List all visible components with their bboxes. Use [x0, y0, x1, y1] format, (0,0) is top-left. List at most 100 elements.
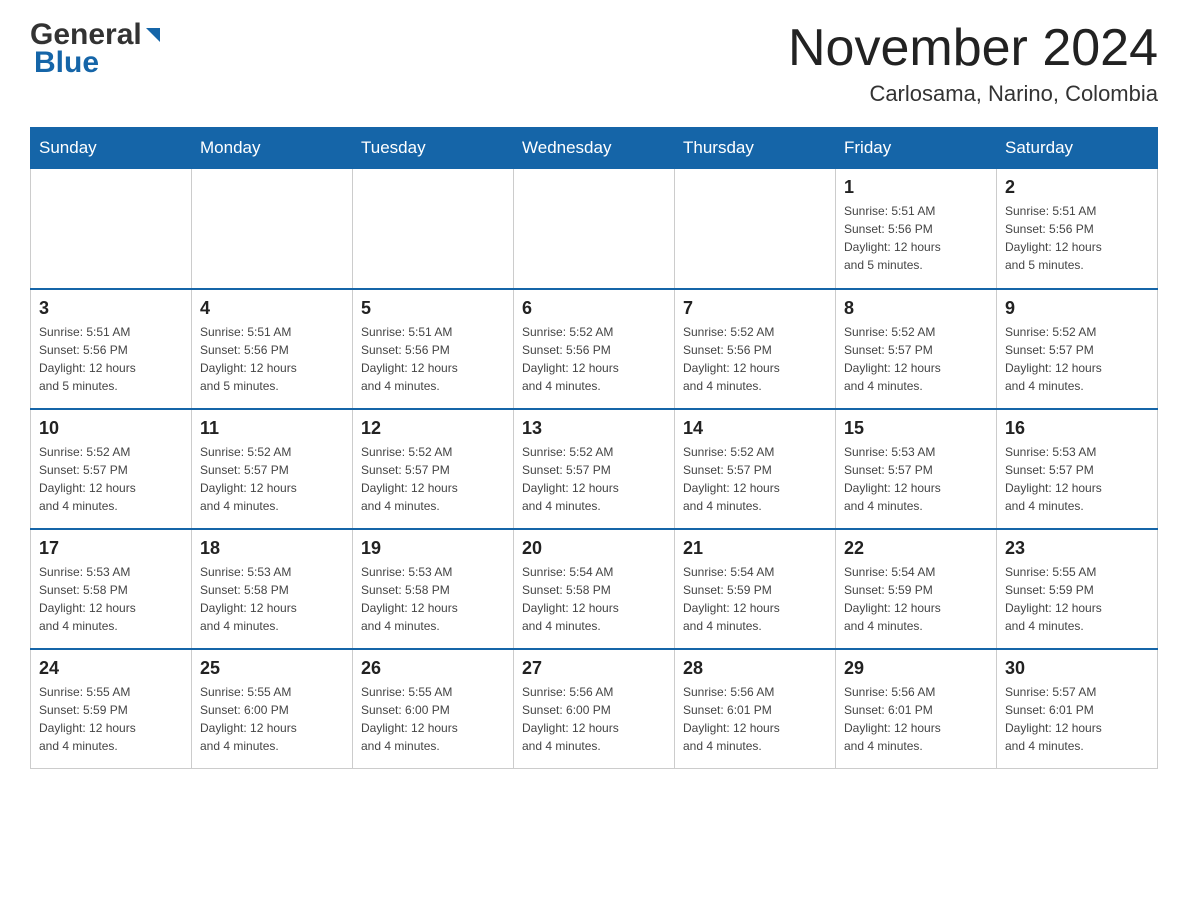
day-info: Sunrise: 5:51 AM Sunset: 5:56 PM Dayligh…	[39, 323, 183, 395]
weekday-header-sunday: Sunday	[31, 128, 192, 169]
day-number: 10	[39, 418, 183, 439]
calendar-cell: 6 Sunrise: 5:52 AM Sunset: 5:56 PM Daylig…	[514, 289, 675, 409]
day-number: 5	[361, 298, 505, 319]
day-number: 24	[39, 658, 183, 679]
day-number: 30	[1005, 658, 1149, 679]
day-info: Sunrise: 5:52 AM Sunset: 5:57 PM Dayligh…	[1005, 323, 1149, 395]
day-number: 22	[844, 538, 988, 559]
calendar-cell: 27Sunrise: 5:56 AM Sunset: 6:00 PM Dayli…	[514, 649, 675, 769]
calendar-table: SundayMondayTuesdayWednesdayThursdayFrid…	[30, 127, 1158, 769]
day-info: Sunrise: 5:55 AM Sunset: 5:59 PM Dayligh…	[1005, 563, 1149, 635]
day-number: 2	[1005, 177, 1149, 198]
calendar-cell: 25Sunrise: 5:55 AM Sunset: 6:00 PM Dayli…	[192, 649, 353, 769]
calendar-cell: 23 Sunrise: 5:55 AM Sunset: 5:59 PM Dayli…	[997, 529, 1158, 649]
calendar-cell: 26 Sunrise: 5:55 AM Sunset: 6:00 PM Dayli…	[353, 649, 514, 769]
weekday-header-tuesday: Tuesday	[353, 128, 514, 169]
calendar-cell: 3Sunrise: 5:51 AM Sunset: 5:56 PM Daylig…	[31, 289, 192, 409]
day-info: Sunrise: 5:54 AM Sunset: 5:59 PM Dayligh…	[683, 563, 827, 635]
calendar-cell: 19 Sunrise: 5:53 AM Sunset: 5:58 PM Dayli…	[353, 529, 514, 649]
day-info: Sunrise: 5:55 AM Sunset: 5:59 PM Dayligh…	[39, 683, 183, 755]
day-info: Sunrise: 5:52 AM Sunset: 5:57 PM Dayligh…	[361, 443, 505, 515]
day-info: Sunrise: 5:51 AM Sunset: 5:56 PM Dayligh…	[1005, 202, 1149, 274]
calendar-week-row: 1 Sunrise: 5:51 AM Sunset: 5:56 PM Daylig…	[31, 169, 1158, 289]
day-number: 16	[1005, 418, 1149, 439]
day-number: 25	[200, 658, 344, 679]
day-info: Sunrise: 5:54 AM Sunset: 5:59 PM Dayligh…	[844, 563, 988, 635]
day-number: 26	[361, 658, 505, 679]
calendar-cell: 17Sunrise: 5:53 AM Sunset: 5:58 PM Dayli…	[31, 529, 192, 649]
day-number: 23	[1005, 538, 1149, 559]
calendar-cell: 28Sunrise: 5:56 AM Sunset: 6:01 PM Dayli…	[675, 649, 836, 769]
calendar-cell: 2 Sunrise: 5:51 AM Sunset: 5:56 PM Daylig…	[997, 169, 1158, 289]
calendar-header-row: SundayMondayTuesdayWednesdayThursdayFrid…	[31, 128, 1158, 169]
weekday-header-wednesday: Wednesday	[514, 128, 675, 169]
calendar-cell: 12 Sunrise: 5:52 AM Sunset: 5:57 PM Dayli…	[353, 409, 514, 529]
day-number: 6	[522, 298, 666, 319]
day-number: 15	[844, 418, 988, 439]
day-number: 19	[361, 538, 505, 559]
day-info: Sunrise: 5:52 AM Sunset: 5:57 PM Dayligh…	[522, 443, 666, 515]
day-info: Sunrise: 5:53 AM Sunset: 5:58 PM Dayligh…	[361, 563, 505, 635]
weekday-header-thursday: Thursday	[675, 128, 836, 169]
day-number: 4	[200, 298, 344, 319]
calendar-cell: 5 Sunrise: 5:51 AM Sunset: 5:56 PM Daylig…	[353, 289, 514, 409]
weekday-header-monday: Monday	[192, 128, 353, 169]
calendar-cell: 14Sunrise: 5:52 AM Sunset: 5:57 PM Dayli…	[675, 409, 836, 529]
day-number: 20	[522, 538, 666, 559]
calendar-cell	[31, 169, 192, 289]
day-number: 13	[522, 418, 666, 439]
day-number: 7	[683, 298, 827, 319]
calendar-cell: 24 Sunrise: 5:55 AM Sunset: 5:59 PM Dayli…	[31, 649, 192, 769]
day-info: Sunrise: 5:53 AM Sunset: 5:57 PM Dayligh…	[844, 443, 988, 515]
calendar-cell: 18 Sunrise: 5:53 AM Sunset: 5:58 PM Dayli…	[192, 529, 353, 649]
calendar-title: November 2024	[788, 20, 1158, 77]
day-info: Sunrise: 5:57 AM Sunset: 6:01 PM Dayligh…	[1005, 683, 1149, 755]
day-number: 12	[361, 418, 505, 439]
calendar-cell: 22 Sunrise: 5:54 AM Sunset: 5:59 PM Dayli…	[836, 529, 997, 649]
calendar-cell	[514, 169, 675, 289]
day-info: Sunrise: 5:54 AM Sunset: 5:58 PM Dayligh…	[522, 563, 666, 635]
calendar-cell: 29 Sunrise: 5:56 AM Sunset: 6:01 PM Dayli…	[836, 649, 997, 769]
day-info: Sunrise: 5:52 AM Sunset: 5:56 PM Dayligh…	[522, 323, 666, 395]
day-number: 27	[522, 658, 666, 679]
day-info: Sunrise: 5:56 AM Sunset: 6:01 PM Dayligh…	[844, 683, 988, 755]
logo-blue-text: Blue	[34, 46, 99, 80]
day-info: Sunrise: 5:52 AM Sunset: 5:56 PM Dayligh…	[683, 323, 827, 395]
calendar-cell: 7 Sunrise: 5:52 AM Sunset: 5:56 PM Daylig…	[675, 289, 836, 409]
calendar-week-row: 17Sunrise: 5:53 AM Sunset: 5:58 PM Dayli…	[31, 529, 1158, 649]
day-info: Sunrise: 5:51 AM Sunset: 5:56 PM Dayligh…	[361, 323, 505, 395]
day-info: Sunrise: 5:53 AM Sunset: 5:58 PM Dayligh…	[39, 563, 183, 635]
calendar-cell: 20 Sunrise: 5:54 AM Sunset: 5:58 PM Dayli…	[514, 529, 675, 649]
logo: General Blue	[30, 20, 164, 80]
calendar-week-row: 10 Sunrise: 5:52 AM Sunset: 5:57 PM Dayli…	[31, 409, 1158, 529]
calendar-cell	[675, 169, 836, 289]
day-info: Sunrise: 5:53 AM Sunset: 5:58 PM Dayligh…	[200, 563, 344, 635]
day-info: Sunrise: 5:52 AM Sunset: 5:57 PM Dayligh…	[683, 443, 827, 515]
day-info: Sunrise: 5:52 AM Sunset: 5:57 PM Dayligh…	[39, 443, 183, 515]
day-number: 28	[683, 658, 827, 679]
weekday-header-saturday: Saturday	[997, 128, 1158, 169]
calendar-cell	[192, 169, 353, 289]
day-info: Sunrise: 5:51 AM Sunset: 5:56 PM Dayligh…	[200, 323, 344, 395]
logo-arrow-icon	[142, 26, 164, 48]
day-number: 21	[683, 538, 827, 559]
calendar-cell: 30 Sunrise: 5:57 AM Sunset: 6:01 PM Dayli…	[997, 649, 1158, 769]
calendar-week-row: 24 Sunrise: 5:55 AM Sunset: 5:59 PM Dayli…	[31, 649, 1158, 769]
day-number: 11	[200, 418, 344, 439]
calendar-subtitle: Carlosama, Narino, Colombia	[788, 81, 1158, 107]
calendar-cell: 8Sunrise: 5:52 AM Sunset: 5:57 PM Daylig…	[836, 289, 997, 409]
calendar-cell: 13 Sunrise: 5:52 AM Sunset: 5:57 PM Dayli…	[514, 409, 675, 529]
day-info: Sunrise: 5:55 AM Sunset: 6:00 PM Dayligh…	[361, 683, 505, 755]
page-header: General Blue November 2024 Carlosama, Na…	[30, 20, 1158, 107]
day-number: 18	[200, 538, 344, 559]
calendar-cell: 9Sunrise: 5:52 AM Sunset: 5:57 PM Daylig…	[997, 289, 1158, 409]
day-info: Sunrise: 5:52 AM Sunset: 5:57 PM Dayligh…	[844, 323, 988, 395]
day-info: Sunrise: 5:51 AM Sunset: 5:56 PM Dayligh…	[844, 202, 988, 274]
calendar-cell: 1 Sunrise: 5:51 AM Sunset: 5:56 PM Daylig…	[836, 169, 997, 289]
day-number: 29	[844, 658, 988, 679]
calendar-cell: 11Sunrise: 5:52 AM Sunset: 5:57 PM Dayli…	[192, 409, 353, 529]
calendar-cell: 21 Sunrise: 5:54 AM Sunset: 5:59 PM Dayli…	[675, 529, 836, 649]
calendar-cell: 15 Sunrise: 5:53 AM Sunset: 5:57 PM Dayli…	[836, 409, 997, 529]
calendar-cell: 4 Sunrise: 5:51 AM Sunset: 5:56 PM Daylig…	[192, 289, 353, 409]
day-number: 1	[844, 177, 988, 198]
